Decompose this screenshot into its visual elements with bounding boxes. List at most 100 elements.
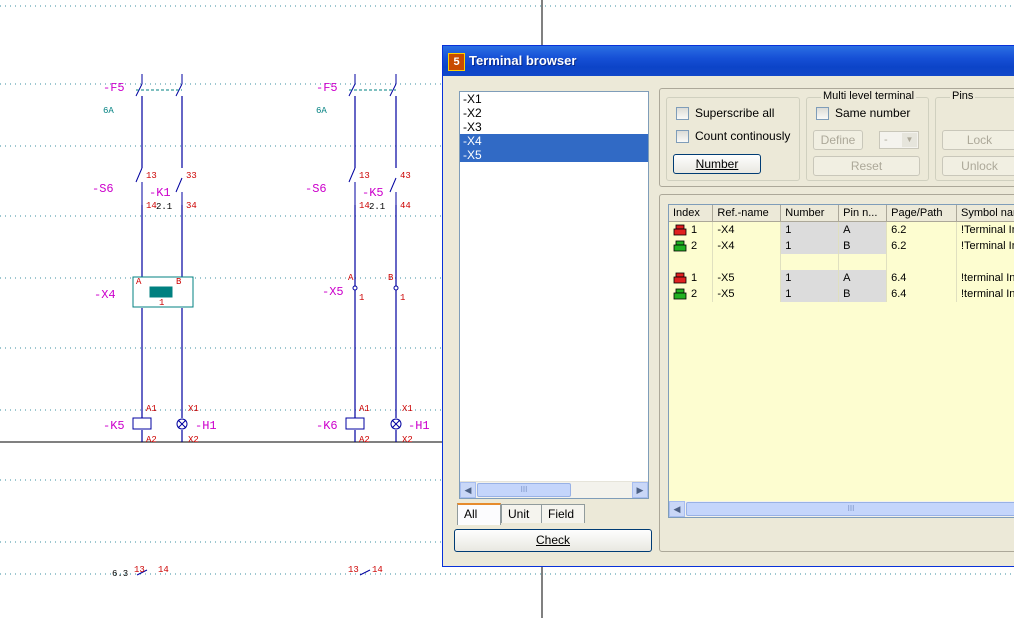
level-select[interactable]: - ▼ <box>879 131 919 149</box>
terminal-list-items: -X1 -X2 -X3 -X4 -X5 <box>460 92 648 162</box>
right-contact-13: 13 <box>359 171 370 181</box>
cell-text: B <box>843 288 851 300</box>
title-bar[interactable]: 5 Terminal browser <box>443 46 1014 76</box>
cell-number[interactable]: 1 <box>780 238 840 254</box>
left-ref: 2.1 <box>156 202 172 212</box>
cell-number[interactable]: 1 <box>780 286 840 302</box>
cell-symbol[interactable]: !Terminal In <box>956 238 1014 254</box>
table-row[interactable]: 2 -X4 1 B 6.2 !Terminal In <box>669 238 1014 254</box>
grid-horizontal-scrollbar[interactable]: ◀ III <box>669 501 1014 517</box>
terminal-list-item[interactable]: -X5 <box>460 148 648 162</box>
cell-text: 6.2 <box>891 224 907 236</box>
terminal-list-item[interactable]: -X1 <box>460 92 648 106</box>
cell-pin[interactable]: B <box>838 238 888 254</box>
number-button-label: Number <box>695 157 739 171</box>
scroll-thumb[interactable]: III <box>477 483 571 497</box>
chevron-down-icon[interactable]: ▼ <box>902 133 917 147</box>
cell-page[interactable] <box>886 254 957 270</box>
cell-index[interactable] <box>669 254 714 270</box>
window-title: Terminal browser <box>469 53 577 68</box>
define-button[interactable]: Define <box>813 130 863 150</box>
number-button[interactable]: Number <box>673 154 761 174</box>
column-header[interactable]: Pin n... <box>838 205 888 222</box>
column-header[interactable]: Index <box>669 205 714 222</box>
terminal-list-item[interactable]: -X2 <box>460 106 648 120</box>
column-header[interactable]: Ref.-name <box>712 205 782 222</box>
tab-unit[interactable]: Unit <box>501 504 543 523</box>
column-header[interactable]: Page/Path <box>886 205 957 222</box>
table-row[interactable]: 1 -X5 1 A 6.4 !terminal Ins <box>669 270 1014 286</box>
terminal-listbox[interactable]: -X1 -X2 -X3 -X4 -X5 ◀ III ▶ <box>459 91 649 499</box>
cell-ref[interactable]: -X4 <box>712 238 782 254</box>
left-circuit-wires <box>141 96 183 442</box>
cell-page[interactable]: 6.2 <box>886 238 957 254</box>
grid-scroll-left-arrow-icon[interactable]: ◀ <box>669 501 685 517</box>
cell-ref[interactable] <box>712 254 782 270</box>
cell-ref[interactable]: -X4 <box>712 221 782 238</box>
numbering-group: Superscribe all Count continously Number <box>666 97 800 181</box>
lock-button[interactable]: Lock <box>942 130 1014 150</box>
cell-index[interactable]: 2 <box>669 286 714 302</box>
reset-button[interactable]: Reset <box>813 156 920 176</box>
grid-scroll-thumb[interactable]: III <box>686 502 1014 516</box>
cell-number[interactable]: 1 <box>780 270 840 286</box>
same-number-checkbox[interactable] <box>816 107 829 120</box>
cell-index[interactable]: 2 <box>669 238 714 254</box>
cell-pin[interactable] <box>838 254 888 270</box>
check-button[interactable]: Check <box>454 529 652 552</box>
green-terminal-icon <box>673 288 691 300</box>
terminal-list-item[interactable]: -X4 <box>460 134 648 148</box>
left-bottom-ref: 6.3 <box>112 569 128 579</box>
count-continously-checkbox[interactable] <box>676 130 689 143</box>
left-term-b: B <box>176 277 182 287</box>
cell-text: 1 <box>785 224 792 236</box>
terminal-list-item[interactable]: -X3 <box>460 120 648 134</box>
column-header[interactable]: Number <box>780 205 840 222</box>
unlock-button[interactable]: Unlock <box>942 156 1014 176</box>
terminal-browser-window[interactable]: 5 Terminal browser -X1 -X2 -X3 -X4 -X5 ◀ III… <box>442 45 1014 567</box>
left-fuse-label: -F5 <box>103 81 125 95</box>
cell-text: -X5 <box>717 272 735 284</box>
column-header[interactable]: Symbol nar <box>956 205 1014 222</box>
table-row[interactable]: 1 -X4 1 A 6.2 !Terminal In <box>669 221 1014 238</box>
left-a1: A1 <box>146 404 157 414</box>
cell-pin[interactable]: A <box>838 221 888 238</box>
right-switch-label: -S6 <box>305 182 327 196</box>
cell-ref[interactable]: -X5 <box>712 286 782 302</box>
right-term-a: A <box>348 273 354 283</box>
terminal-pins-grid[interactable]: Index Ref.-name Number Pin n... Page/Path Sym… <box>668 204 1014 518</box>
tab-field[interactable]: Field <box>541 504 585 523</box>
cell-page[interactable]: 6.4 <box>886 270 957 286</box>
cell-text: B <box>843 240 851 252</box>
cell-symbol[interactable]: !Terminal In <box>956 221 1014 238</box>
cell-index[interactable]: 1 <box>669 270 714 286</box>
tab-all[interactable]: All <box>457 503 501 525</box>
cell-ref[interactable]: -X5 <box>712 270 782 286</box>
listbox-horizontal-scrollbar[interactable]: ◀ III ▶ <box>460 481 648 498</box>
cell-index[interactable]: 1 <box>669 221 714 238</box>
cell-symbol[interactable]: !terminal Ins <box>956 270 1014 286</box>
cell-number[interactable]: 1 <box>780 221 840 238</box>
cell-symbol[interactable] <box>956 254 1014 270</box>
cell-symbol[interactable]: !terminal Ins <box>956 286 1014 302</box>
green-terminal-icon <box>673 240 691 252</box>
cell-text: A <box>843 224 851 236</box>
table-row[interactable] <box>669 254 1014 270</box>
cell-pin[interactable]: A <box>838 270 888 286</box>
table-row[interactable]: 2 -X5 1 B 6.4 !terminal Ins <box>669 286 1014 302</box>
cell-page[interactable]: 6.4 <box>886 286 957 302</box>
cell-page[interactable]: 6.2 <box>886 221 957 238</box>
superscribe-all-checkbox[interactable] <box>676 107 689 120</box>
scroll-left-arrow-icon[interactable]: ◀ <box>460 482 476 498</box>
cell-pin[interactable]: B <box>838 286 888 302</box>
level-select-value: - <box>884 134 888 146</box>
left-lamp-label: -H1 <box>195 419 217 433</box>
cell-text: 1 <box>785 240 792 252</box>
window-client-area: -X1 -X2 -X3 -X4 -X5 ◀ III ▶ All Unit Field C… <box>446 76 1014 563</box>
red-terminal-icon <box>673 272 691 284</box>
right-fuse-label: -F5 <box>316 81 338 95</box>
scroll-right-arrow-icon[interactable]: ▶ <box>632 482 648 498</box>
right-circuit-symbols <box>345 74 402 576</box>
right-term-1a: 1 <box>359 293 364 303</box>
cell-number[interactable] <box>780 254 840 270</box>
